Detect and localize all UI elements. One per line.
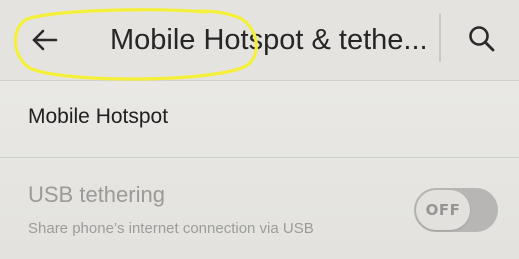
search-button[interactable] [462,20,502,60]
arrow-left-icon [32,29,58,51]
app-bar: Mobile Hotspot & tethe... [0,0,519,81]
page-title: Mobile Hotspot & tethe... [110,24,428,56]
usb-tethering-item[interactable]: USB tethering Share phone’s internet con… [0,158,519,259]
search-icon [469,26,495,52]
usb-tethering-title: USB tethering [28,182,165,207]
toggle-state-label: OFF [425,201,461,219]
mobile-hotspot-label: Mobile Hotspot [28,105,169,128]
settings-screen: Mobile Hotspot & tethe... Mobile Hotspot… [0,0,519,259]
appbar-divider [439,14,441,62]
usb-tethering-subtitle: Share phone’s internet connection via US… [28,220,314,237]
usb-tethering-toggle[interactable]: OFF [414,188,498,232]
toggle-knob: OFF [416,190,470,230]
mobile-hotspot-item[interactable]: Mobile Hotspot [0,81,519,156]
back-button[interactable] [26,20,66,60]
